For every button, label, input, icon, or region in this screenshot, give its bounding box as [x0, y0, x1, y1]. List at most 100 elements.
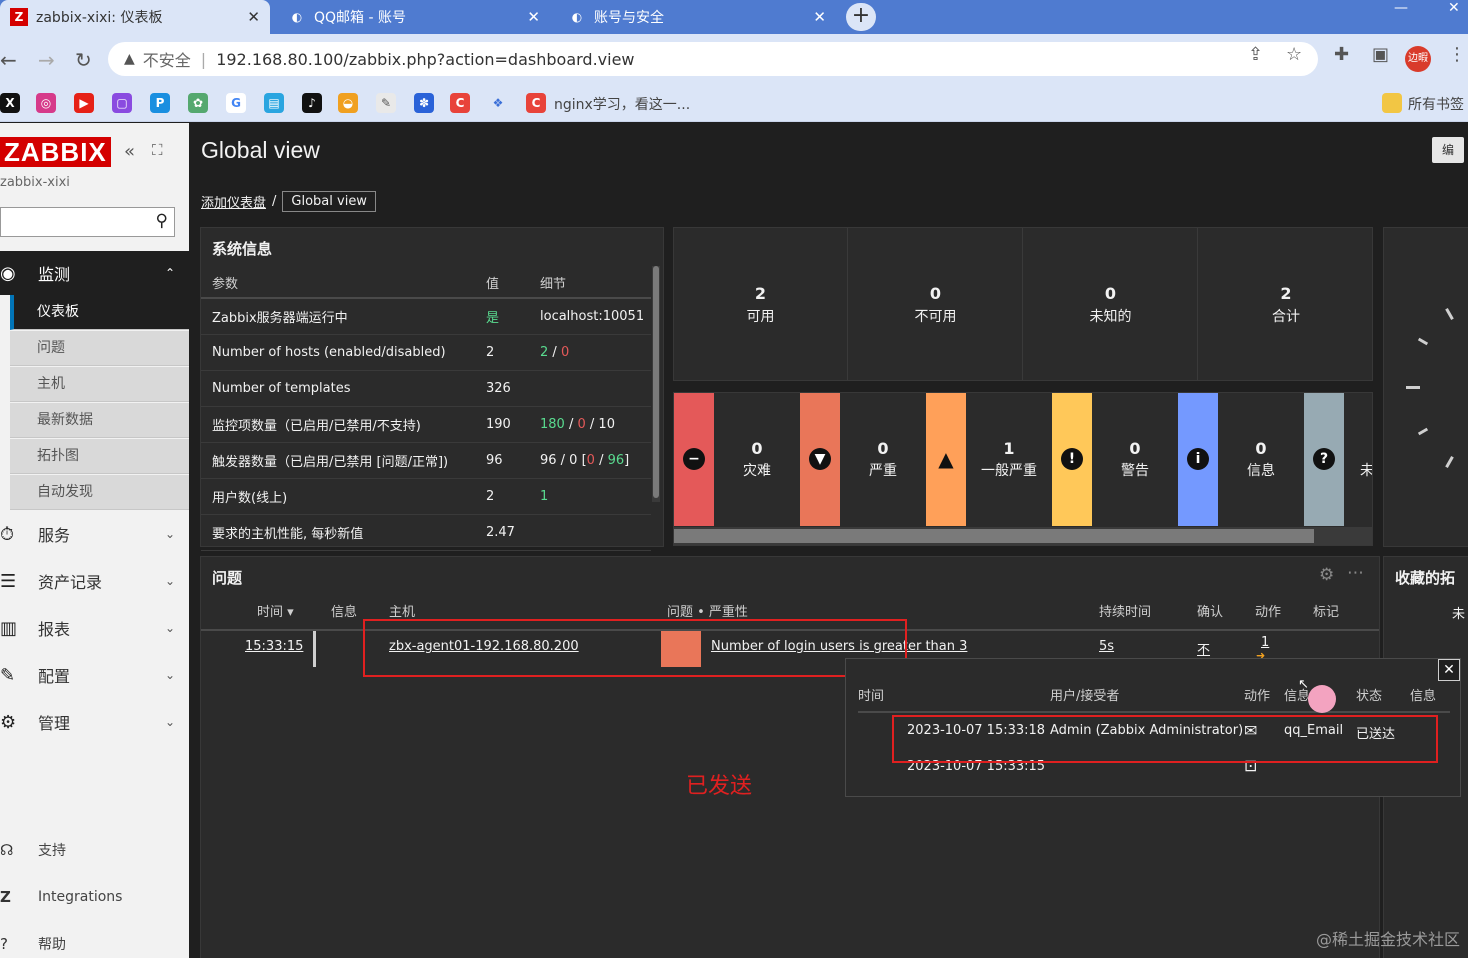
c-bookmark-icon[interactable]: C: [450, 93, 470, 113]
p-bookmark-icon[interactable]: P: [150, 93, 170, 113]
tiktok-bookmark-icon[interactable]: ♪: [302, 93, 322, 113]
c-bookmark-icon[interactable]: C: [526, 93, 546, 113]
tab-account-security[interactable]: ◐ 账号与安全 ✕: [558, 0, 836, 34]
link-help[interactable]: ? 帮助: [0, 934, 66, 954]
more-dots-icon[interactable]: ⋯: [1347, 563, 1364, 583]
breadcrumb-parent[interactable]: 添加仪表盘: [201, 192, 266, 211]
sidepanel-icon[interactable]: ▣: [1372, 44, 1389, 65]
menu-inventory[interactable]: ☰ 资产记录 ⌄: [0, 559, 189, 603]
menu-services[interactable]: ⏱ 服务 ⌄: [0, 512, 189, 556]
x-bookmark-icon[interactable]: X: [0, 93, 20, 113]
problem-duration[interactable]: 5s: [1099, 639, 1114, 654]
tab-qqmail[interactable]: ◐ QQ邮箱 - 账号 ✕: [278, 0, 550, 34]
google-bookmark-icon[interactable]: G: [226, 93, 246, 113]
problem-ack[interactable]: 不: [1197, 639, 1210, 658]
sysinfo-scrollbar[interactable]: [652, 266, 660, 502]
severity-average[interactable]: 1 一般严重: [966, 393, 1052, 526]
profile-avatar[interactable]: 边暇: [1405, 46, 1431, 72]
breadcrumb: 添加仪表盘 / Global view: [201, 189, 376, 213]
gear-icon[interactable]: ⚙: [1319, 565, 1334, 585]
value-cell: 是: [475, 298, 529, 335]
bookmarks-bar: X ◎ ▶ ▢ P ✿ G ▤ ♪ ◒ ✎ ✽ C ❖ C nginx学习，看这…: [0, 84, 1468, 122]
severity-count: 0: [877, 439, 889, 458]
severity-disaster[interactable]: 0 灾难: [714, 393, 800, 526]
back-arrow-icon[interactable]: ←: [0, 48, 17, 72]
edit-dashboard-button[interactable]: 编: [1432, 137, 1464, 163]
submenu-hosts[interactable]: 主机: [10, 367, 189, 402]
detail-cell: 180 / 0 / 10: [529, 406, 651, 443]
eye-icon: ◉: [0, 262, 16, 284]
link-support[interactable]: ☊ 支持: [0, 840, 66, 860]
share-icon[interactable]: ⇪: [1248, 44, 1263, 65]
link-integrations[interactable]: Z Integrations: [0, 888, 122, 906]
url-bar[interactable]: ▲ 不安全 | 192.168.80.100/zabbix.php?action…: [108, 42, 1318, 76]
kiosk-mode-icon[interactable]: ⛶: [152, 141, 163, 159]
submenu-dashboard[interactable]: 仪表板: [10, 295, 189, 330]
sidebar-search-input[interactable]: ⚲: [0, 207, 175, 237]
minimize-icon[interactable]: —: [1394, 0, 1408, 16]
problem-time[interactable]: 15:33:15: [245, 639, 303, 654]
menu-reports[interactable]: ▥ 报表 ⌄: [0, 606, 189, 650]
scrollbar-thumb[interactable]: [674, 529, 1314, 543]
widget-host-availability: 2 可用 0 不可用 0 未知的 2 合计: [673, 227, 1373, 381]
chatgpt-bookmark-icon[interactable]: ✿: [188, 93, 208, 113]
link-label: Integrations: [38, 889, 123, 905]
menu-administration[interactable]: ⚙ 管理 ⌄: [0, 700, 189, 744]
close-icon[interactable]: ✕: [813, 8, 826, 26]
star-icon[interactable]: ☆: [1286, 44, 1302, 65]
problem-actions[interactable]: 1: [1261, 635, 1269, 650]
submenu-maps[interactable]: 拓扑图: [10, 439, 189, 474]
twitch-bookmark-icon[interactable]: ▢: [112, 93, 132, 113]
availability-count: 2: [1280, 284, 1292, 303]
extensions-icon[interactable]: ✚: [1334, 44, 1349, 65]
value-cell: 190: [475, 406, 529, 443]
favorites-note: 未: [1452, 607, 1466, 622]
forward-arrow-icon[interactable]: →: [38, 48, 55, 72]
tab-zabbix[interactable]: Z zabbix-xixi: 仪表板 ✕: [0, 0, 270, 34]
severity-high[interactable]: 0 严重: [840, 393, 926, 526]
submenu-latest-data[interactable]: 最新数据: [10, 403, 189, 438]
juejin-bookmark-icon[interactable]: ❖: [488, 93, 508, 113]
availability-unavailable[interactable]: 0 不可用: [849, 228, 1023, 380]
zabbix-logo[interactable]: ZABBIX: [0, 137, 111, 167]
menu-monitoring[interactable]: ◉ 监测 ⌃: [0, 251, 189, 295]
severity-unclassified[interactable]: 未: [1344, 393, 1372, 526]
severity-label: 警告: [1121, 463, 1149, 479]
col-time[interactable]: 时间 ▾: [257, 601, 294, 620]
availability-total[interactable]: 2 合计: [1199, 228, 1373, 380]
availability-label: 合计: [1272, 309, 1300, 325]
app-bookmark-icon[interactable]: ◒: [338, 93, 358, 113]
submenu-discovery[interactable]: 自动发现: [10, 475, 189, 510]
clock-tick: [1417, 337, 1429, 346]
clock-tick: [1445, 308, 1454, 320]
collapse-sidebar-icon[interactable]: «: [124, 141, 135, 162]
bilibili-bookmark-icon[interactable]: ▤: [264, 93, 284, 113]
all-bookmarks[interactable]: 所有书签: [1408, 94, 1464, 114]
detail-cell: localhost:10051: [529, 298, 651, 335]
breadcrumb-current[interactable]: Global view: [282, 190, 376, 212]
menu-configuration[interactable]: ✎ 配置 ⌄: [0, 653, 189, 697]
menu-dots-icon[interactable]: ⋮: [1448, 44, 1466, 65]
bookmark-nginx[interactable]: nginx学习，看这一...: [554, 94, 690, 114]
param-cell: Zabbix服务器端运行中: [201, 298, 475, 335]
youtube-bookmark-icon[interactable]: ▶: [74, 93, 94, 113]
submenu-problems[interactable]: 问题: [10, 331, 189, 366]
instagram-bookmark-icon[interactable]: ◎: [36, 93, 56, 113]
search-icon[interactable]: ⚲: [156, 211, 168, 231]
sysinfo-table: 参数 值 细节 Zabbix服务器端运行中 是 localhost:10051 …: [201, 268, 651, 551]
scrollbar-thumb[interactable]: [653, 266, 659, 498]
baidu-bookmark-icon[interactable]: ✽: [414, 93, 434, 113]
close-window-icon[interactable]: ✕: [1448, 0, 1460, 16]
close-icon[interactable]: ✕: [527, 8, 540, 26]
availability-available[interactable]: 2 可用: [674, 228, 848, 380]
new-tab-button[interactable]: +: [846, 3, 876, 31]
severity-scrollbar[interactable]: [674, 527, 1372, 545]
severity-warning[interactable]: 0 警告: [1092, 393, 1178, 526]
availability-unknown[interactable]: 0 未知的: [1024, 228, 1198, 380]
reload-icon[interactable]: ↻: [75, 48, 92, 72]
close-icon[interactable]: ✕: [1438, 659, 1460, 681]
close-icon[interactable]: ✕: [247, 8, 260, 26]
tool-bookmark-icon[interactable]: ✎: [376, 93, 396, 113]
gear-icon: ⚙: [0, 711, 17, 733]
severity-information[interactable]: 0 信息: [1218, 393, 1304, 526]
